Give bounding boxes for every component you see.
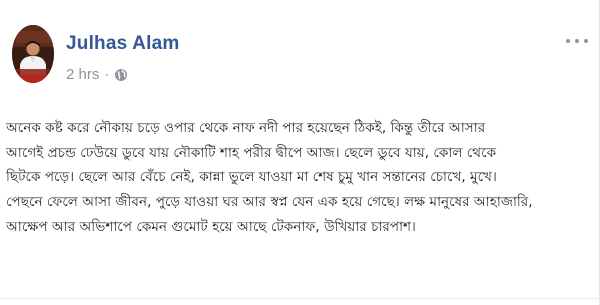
more-dot [566,39,570,43]
more-dot [584,39,588,43]
divider [0,298,599,299]
meta-separator: · [104,66,110,83]
post-timestamp[interactable]: 2 hrs [66,66,99,83]
post-text-line: পেছনে ফেলে আসা জীবন, পুড়ে যাওয়া ঘর আর … [6,194,533,211]
avatar[interactable] [12,25,54,83]
post-text: অনেক কষ্ট করে নৌকায় চড়ে ওপার থেকে নাফ … [6,116,594,240]
avatar-image [12,25,54,83]
post-meta: 2 hrs · [66,66,128,83]
post-text-line: ছিটকে পড়ে। ছেলে আর বেঁচে নেই, কান্না ভু… [6,169,497,186]
post-text-line: আগেই প্রচন্ড ঢেউয়ে ডুবে যায় নৌকাটি শাহ… [6,144,497,161]
post-card: Julhas Alam 2 hrs · অনেক কষ্ট করে নৌকায়… [0,0,600,305]
post-text-line: অনেক কষ্ট করে নৌকায় চড়ে ওপার থেকে নাফ … [6,120,486,136]
author-name-link[interactable]: Julhas Alam [66,33,179,55]
more-options-icon[interactable] [566,36,588,46]
globe-icon[interactable] [114,68,128,82]
post-text-line: আক্ষেপ আর অভিশাপে কেমন গুমোট হয়ে আছে টে… [6,218,416,235]
more-dot [575,39,579,43]
